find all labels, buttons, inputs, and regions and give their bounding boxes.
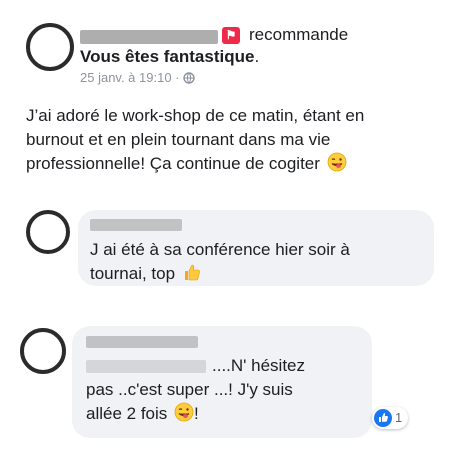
recommend-action-text: recommande [249,25,349,44]
thumbs-up-emoji-icon [184,264,200,281]
post-body-line-2: burnout et en plein tournant dans ma vie [26,130,331,149]
comment-1-avatar[interactable] [26,210,70,254]
comment-2-line-3: allée 2 fois ! [86,402,199,423]
comment-1-line-1: J ai été à sa conférence hier soir à [90,240,350,259]
globe-icon [183,72,195,87]
post-timestamp[interactable]: 25 janv. à 19:10 [80,70,172,85]
comment-2-line-1: ....N' hésitez [212,356,306,375]
comment-1-redacted-author[interactable] [90,219,182,231]
comment-2-avatar[interactable] [20,328,66,374]
meta-separator: · [175,70,180,85]
recommendation-title-text: Vous êtes fantastique [80,47,255,66]
like-reaction-icon [374,409,392,427]
comment-2-line-2: pas ..c'est super ...! J'y suis [86,380,293,399]
comment-1-text: J ai été à sa conférence hier soir à tou… [90,238,430,286]
post-author-avatar[interactable] [26,23,74,71]
recommendation-title: Vous êtes fantastique. [80,47,259,67]
post-body: J’ai adoré le work-shop de ce matin, éta… [26,104,456,176]
comment-2-text: ....N' hésitez pas ..c'est super ...! J'… [86,354,376,426]
comment-2-redacted-author[interactable] [86,336,198,348]
post-meta: 25 janv. à 19:10 · [80,70,195,87]
redacted-author-name[interactable] [80,30,218,44]
reaction-badge[interactable]: 1 [372,407,408,429]
winking-tongue-emoji-icon [327,152,347,172]
winking-tongue-emoji-icon [174,402,194,422]
post-body-line-1: J’ai adoré le work-shop de ce matin, éta… [26,106,365,125]
comment-1-line-2: tournai, top [90,262,430,286]
recommend-flag-icon: ⚑ [222,27,240,44]
post-body-line-3: professionnelle! Ça continue de cogiter [26,152,456,176]
recommendation-title-suffix: . [254,47,260,66]
reaction-count: 1 [395,410,403,425]
